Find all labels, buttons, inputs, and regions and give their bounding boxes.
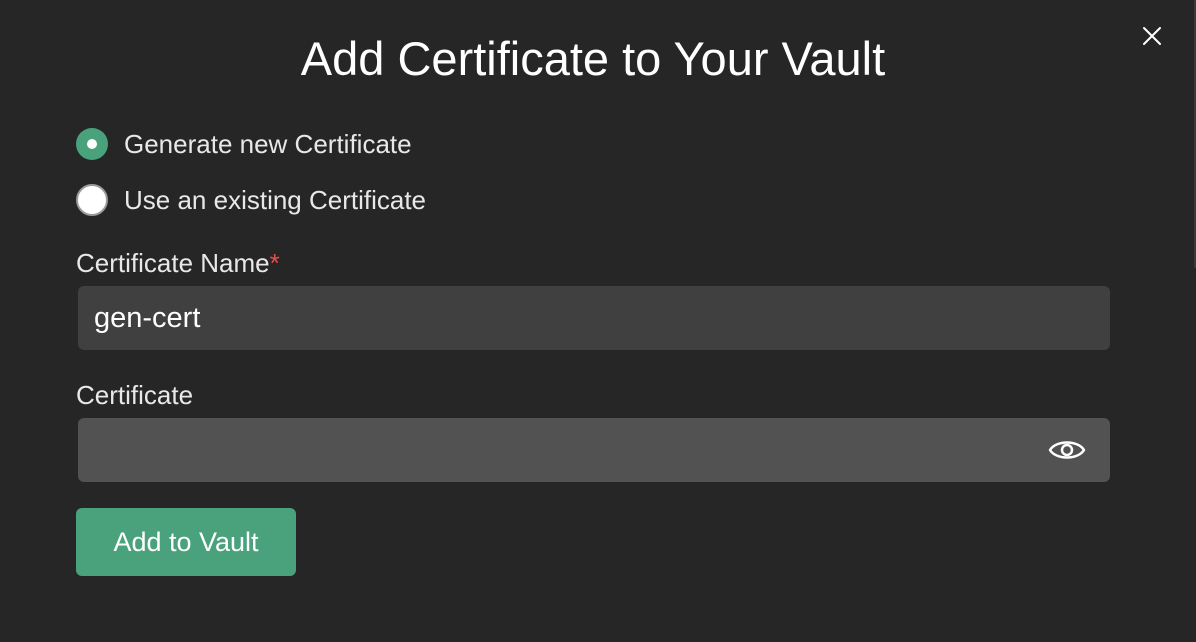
certificate-name-input[interactable]: gen-cert bbox=[78, 286, 1110, 350]
option-generate-new[interactable]: Generate new Certificate bbox=[76, 126, 412, 162]
option-label: Generate new Certificate bbox=[124, 129, 412, 159]
certificate-label: Certificate bbox=[76, 380, 194, 410]
option-use-existing[interactable]: Use an existing Certificate bbox=[76, 182, 426, 218]
eye-icon bbox=[1048, 441, 1086, 459]
certificate-input[interactable] bbox=[78, 418, 1110, 482]
add-to-vault-button[interactable]: Add to Vault bbox=[76, 508, 296, 576]
radio-checked[interactable] bbox=[76, 128, 108, 160]
required-marker: * bbox=[269, 248, 280, 278]
add-certificate-dialog: Add Certificate to Your Vault Generate n… bbox=[0, 0, 1196, 642]
radio-unchecked[interactable] bbox=[76, 184, 108, 216]
certificate-name-label-text: Certificate Name bbox=[76, 248, 270, 278]
option-label: Use an existing Certificate bbox=[124, 185, 427, 215]
show-certificate-toggle[interactable] bbox=[1048, 432, 1086, 468]
certificate-name-value: gen-cert bbox=[94, 301, 201, 334]
dialog-title: Add Certificate to Your Vault bbox=[300, 32, 886, 85]
certificate-name-label: Certificate Name* bbox=[76, 246, 280, 280]
radio-dot bbox=[87, 139, 97, 149]
